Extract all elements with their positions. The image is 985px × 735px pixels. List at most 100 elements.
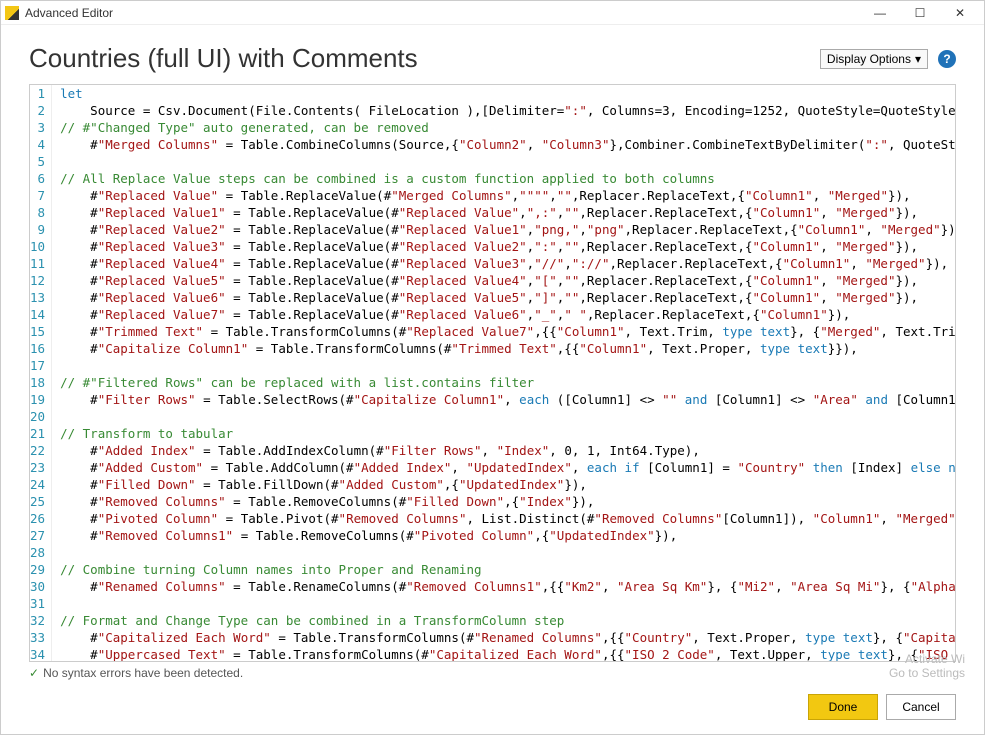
code-line[interactable]: 34 #"Uppercased Text" = Table.TransformC… xyxy=(30,646,956,662)
code-line[interactable]: 12 #"Replaced Value5" = Table.ReplaceVal… xyxy=(30,272,956,289)
cancel-button[interactable]: Cancel xyxy=(886,694,956,720)
window-title: Advanced Editor xyxy=(25,6,113,20)
header: Countries (full UI) with Comments Displa… xyxy=(1,25,984,84)
line-number: 26 xyxy=(30,510,52,527)
code-content[interactable]: Source = Csv.Document(File.Contents( Fil… xyxy=(52,102,956,119)
code-content[interactable] xyxy=(52,544,956,561)
line-number: 33 xyxy=(30,629,52,646)
code-line[interactable]: 9 #"Replaced Value2" = Table.ReplaceValu… xyxy=(30,221,956,238)
code-content[interactable]: #"Filter Rows" = Table.SelectRows(#"Capi… xyxy=(52,391,956,408)
code-line[interactable]: 20 xyxy=(30,408,956,425)
code-line[interactable]: 14 #"Replaced Value7" = Table.ReplaceVal… xyxy=(30,306,956,323)
line-number: 13 xyxy=(30,289,52,306)
line-number: 18 xyxy=(30,374,52,391)
code-editor[interactable]: 1let2 Source = Csv.Document(File.Content… xyxy=(29,84,956,662)
code-line[interactable]: 11 #"Replaced Value4" = Table.ReplaceVal… xyxy=(30,255,956,272)
code-content[interactable]: #"Capitalize Column1" = Table.TransformC… xyxy=(52,340,956,357)
code-line[interactable]: 27 #"Removed Columns1" = Table.RemoveCol… xyxy=(30,527,956,544)
code-content[interactable]: // Format and Change Type can be combine… xyxy=(52,612,956,629)
line-number: 9 xyxy=(30,221,52,238)
code-line[interactable]: 8 #"Replaced Value1" = Table.ReplaceValu… xyxy=(30,204,956,221)
code-line[interactable]: 15 #"Trimmed Text" = Table.TransformColu… xyxy=(30,323,956,340)
code-line[interactable]: 3// #"Changed Type" auto generated, can … xyxy=(30,119,956,136)
code-content[interactable]: #"Removed Columns1" = Table.RemoveColumn… xyxy=(52,527,956,544)
code-line[interactable]: 22 #"Added Index" = Table.AddIndexColumn… xyxy=(30,442,956,459)
code-line[interactable]: 17 xyxy=(30,357,956,374)
code-line[interactable]: 4 #"Merged Columns" = Table.CombineColum… xyxy=(30,136,956,153)
status-bar: ✓ No syntax errors have been detected. xyxy=(1,662,984,684)
line-number: 7 xyxy=(30,187,52,204)
code-line[interactable]: 23 #"Added Custom" = Table.AddColumn(#"A… xyxy=(30,459,956,476)
code-line[interactable]: 2 Source = Csv.Document(File.Contents( F… xyxy=(30,102,956,119)
line-number: 10 xyxy=(30,238,52,255)
line-number: 5 xyxy=(30,153,52,170)
code-line[interactable]: 28 xyxy=(30,544,956,561)
code-content[interactable]: #"Renamed Columns" = Table.RenameColumns… xyxy=(52,578,956,595)
code-line[interactable]: 25 #"Removed Columns" = Table.RemoveColu… xyxy=(30,493,956,510)
line-number: 12 xyxy=(30,272,52,289)
code-content[interactable]: let xyxy=(52,85,956,102)
code-line[interactable]: 24 #"Filled Down" = Table.FillDown(#"Add… xyxy=(30,476,956,493)
page-title: Countries (full UI) with Comments xyxy=(29,43,820,74)
code-content[interactable]: #"Added Index" = Table.AddIndexColumn(#"… xyxy=(52,442,956,459)
line-number: 3 xyxy=(30,119,52,136)
code-content[interactable] xyxy=(52,408,956,425)
app-icon xyxy=(5,6,19,20)
line-number: 32 xyxy=(30,612,52,629)
code-content[interactable]: #"Added Custom" = Table.AddColumn(#"Adde… xyxy=(52,459,956,476)
code-line[interactable]: 31 xyxy=(30,595,956,612)
display-options-dropdown[interactable]: Display Options ▾ xyxy=(820,49,928,69)
code-content[interactable]: #"Replaced Value1" = Table.ReplaceValue(… xyxy=(52,204,956,221)
line-number: 30 xyxy=(30,578,52,595)
code-line[interactable]: 1let xyxy=(30,85,956,102)
code-line[interactable]: 18// #"Filtered Rows" can be replaced wi… xyxy=(30,374,956,391)
code-content[interactable] xyxy=(52,153,956,170)
code-content[interactable]: // #"Filtered Rows" can be replaced with… xyxy=(52,374,956,391)
code-line[interactable]: 33 #"Capitalized Each Word" = Table.Tran… xyxy=(30,629,956,646)
code-line[interactable]: 21// Transform to tabular xyxy=(30,425,956,442)
code-content[interactable]: #"Uppercased Text" = Table.TransformColu… xyxy=(52,646,956,662)
code-content[interactable]: #"Trimmed Text" = Table.TransformColumns… xyxy=(52,323,956,340)
code-content[interactable]: #"Replaced Value2" = Table.ReplaceValue(… xyxy=(52,221,956,238)
window-root: Advanced Editor — ☐ ✕ Countries (full UI… xyxy=(0,0,985,735)
code-content[interactable]: #"Capitalized Each Word" = Table.Transfo… xyxy=(52,629,956,646)
line-number: 6 xyxy=(30,170,52,187)
code-line[interactable]: 13 #"Replaced Value6" = Table.ReplaceVal… xyxy=(30,289,956,306)
code-content[interactable]: #"Replaced Value5" = Table.ReplaceValue(… xyxy=(52,272,956,289)
close-button[interactable]: ✕ xyxy=(940,1,980,25)
done-button[interactable]: Done xyxy=(808,694,878,720)
code-content[interactable]: // #"Changed Type" auto generated, can b… xyxy=(52,119,956,136)
code-line[interactable]: 32// Format and Change Type can be combi… xyxy=(30,612,956,629)
code-content[interactable]: // All Replace Value steps can be combin… xyxy=(52,170,956,187)
code-content[interactable]: #"Replaced Value6" = Table.ReplaceValue(… xyxy=(52,289,956,306)
code-content[interactable]: #"Removed Columns" = Table.RemoveColumns… xyxy=(52,493,956,510)
line-number: 28 xyxy=(30,544,52,561)
display-options-label: Display Options xyxy=(827,52,911,66)
minimize-button[interactable]: — xyxy=(860,1,900,25)
help-icon[interactable]: ? xyxy=(938,50,956,68)
code-content[interactable]: #"Filled Down" = Table.FillDown(#"Added … xyxy=(52,476,956,493)
line-number: 1 xyxy=(30,85,52,102)
line-number: 2 xyxy=(30,102,52,119)
code-content[interactable]: // Transform to tabular xyxy=(52,425,956,442)
code-content[interactable] xyxy=(52,357,956,374)
code-content[interactable] xyxy=(52,595,956,612)
code-content[interactable]: #"Merged Columns" = Table.CombineColumns… xyxy=(52,136,956,153)
maximize-button[interactable]: ☐ xyxy=(900,1,940,25)
code-line[interactable]: 7 #"Replaced Value" = Table.ReplaceValue… xyxy=(30,187,956,204)
code-content[interactable]: #"Pivoted Column" = Table.Pivot(#"Remove… xyxy=(52,510,956,527)
code-line[interactable]: 26 #"Pivoted Column" = Table.Pivot(#"Rem… xyxy=(30,510,956,527)
line-number: 34 xyxy=(30,646,52,662)
code-line[interactable]: 19 #"Filter Rows" = Table.SelectRows(#"C… xyxy=(30,391,956,408)
code-content[interactable]: #"Replaced Value7" = Table.ReplaceValue(… xyxy=(52,306,956,323)
code-line[interactable]: 6// All Replace Value steps can be combi… xyxy=(30,170,956,187)
code-line[interactable]: 5 xyxy=(30,153,956,170)
code-line[interactable]: 10 #"Replaced Value3" = Table.ReplaceVal… xyxy=(30,238,956,255)
code-content[interactable]: #"Replaced Value" = Table.ReplaceValue(#… xyxy=(52,187,956,204)
code-content[interactable]: // Combine turning Column names into Pro… xyxy=(52,561,956,578)
code-content[interactable]: #"Replaced Value4" = Table.ReplaceValue(… xyxy=(52,255,956,272)
code-line[interactable]: 30 #"Renamed Columns" = Table.RenameColu… xyxy=(30,578,956,595)
code-content[interactable]: #"Replaced Value3" = Table.ReplaceValue(… xyxy=(52,238,956,255)
code-line[interactable]: 16 #"Capitalize Column1" = Table.Transfo… xyxy=(30,340,956,357)
code-line[interactable]: 29// Combine turning Column names into P… xyxy=(30,561,956,578)
